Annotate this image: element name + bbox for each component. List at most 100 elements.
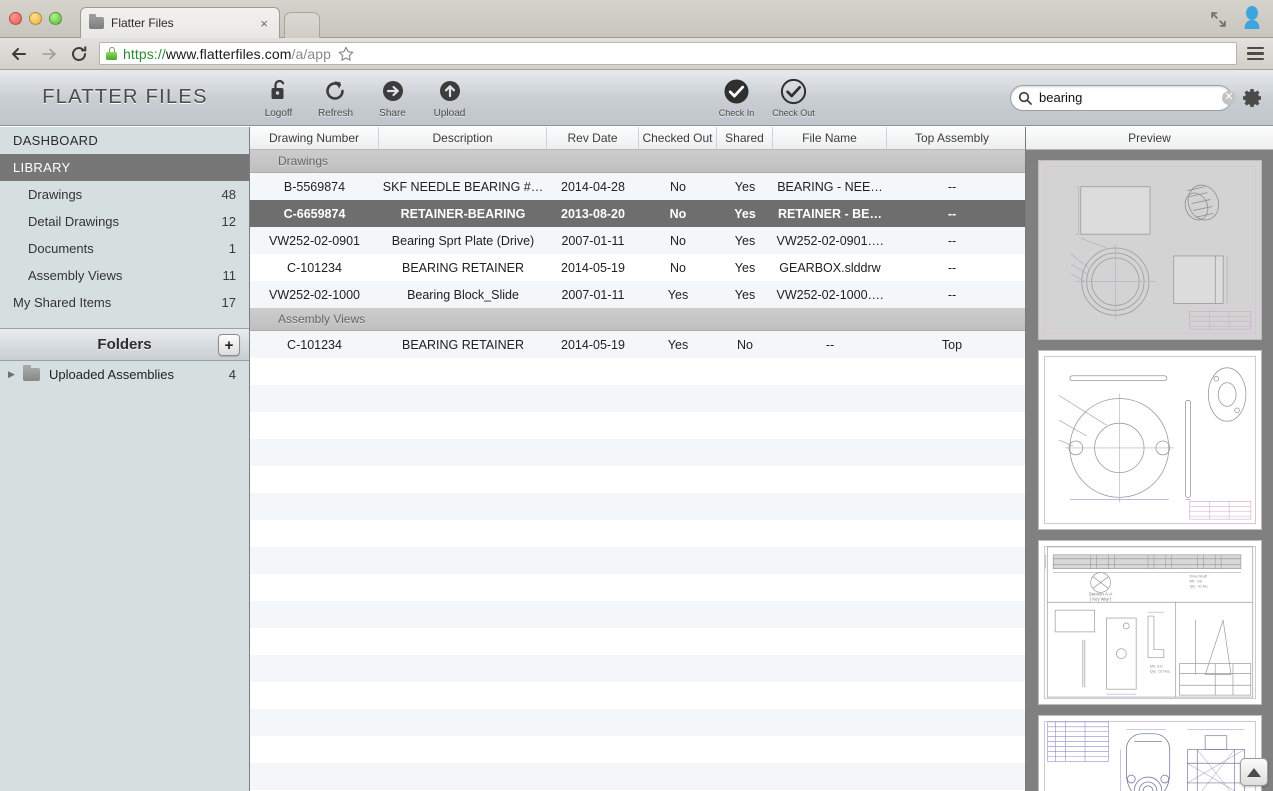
cell-top-assembly: -- [947,179,957,194]
new-tab-button[interactable] [284,12,320,38]
table-empty-row [250,601,1025,628]
browser-tab[interactable]: Flatter Files × [80,7,280,38]
search-box[interactable]: ✕ [1010,84,1236,111]
table-group-header-drawings: Drawings [250,150,1025,173]
sidebar-item-documents-count: 1 [228,241,236,256]
table-empty-row [250,574,1025,601]
preview-title: Preview [1026,127,1273,150]
reload-icon[interactable] [69,44,89,64]
cell-top-assembly: Top [941,337,963,352]
close-window-button[interactable] [9,12,22,25]
column-header-description[interactable]: Description [379,127,547,149]
maximize-window-button[interactable] [49,12,62,25]
cell-checked-out: No [670,260,686,275]
sidebar-item-dashboard[interactable]: DASHBOARD [0,127,249,154]
sidebar-item-documents[interactable]: Documents 1 [0,235,249,262]
table-group-header-assembly-views: Assembly Views [250,308,1025,331]
clear-x-icon[interactable]: ✕ [1222,90,1236,105]
star-icon[interactable] [337,45,355,63]
share-arrow-right-icon [381,76,405,106]
tab-close-icon[interactable]: × [257,17,271,30]
search-input[interactable] [1039,90,1215,105]
table-empty-row [250,412,1025,439]
logoff-button[interactable]: Logoff [250,76,307,119]
sidebar-item-assembly-views-label: Assembly Views [28,268,123,283]
add-folder-button[interactable]: + [218,334,240,356]
table-row[interactable]: VW252-02-0901 Bearing Sprt Plate (Drive)… [250,227,1025,254]
cell-rev-date: 2014-04-28 [561,179,625,194]
check-out-label: Check Out [772,108,815,118]
upload-label: Upload [433,108,466,119]
url-scheme: https:// [123,45,166,62]
profile-avatar-icon[interactable] [1241,6,1263,32]
table-row[interactable]: B-5569874 SKF NEEDLE BEARING #… 2014-04-… [250,173,1025,200]
gearbox-assembly-drawing-thumbnail[interactable] [1037,715,1262,791]
fullscreen-icon[interactable] [1210,11,1227,28]
upload-button[interactable]: Upload [421,76,478,119]
logoff-label: Logoff [264,108,293,119]
column-header-drawing-number[interactable]: Drawing Number [250,127,379,149]
folders-section-header: Folders + [0,328,249,361]
cell-rev-date: 2014-05-19 [561,337,625,352]
chevron-right-icon[interactable]: ▶ [8,369,18,380]
url-host: www.flatterfiles.com [165,45,292,62]
cell-description: BEARING RETAINER [401,260,524,275]
folder-item-count: 4 [228,367,236,382]
scroll-to-top-triangle-icon [1247,767,1261,777]
bearing-support-plate-drawing-thumbnail[interactable]: Section A-A ( Key Way ) Drive Shaft Mtl :… [1037,540,1262,705]
cell-description: BEARING RETAINER [401,337,524,352]
folders-title: Folders [97,336,152,353]
app-brand-logo: FLATTER FILES [42,86,208,108]
sidebar-item-my-shared-items[interactable]: My Shared Items 17 [0,289,249,316]
check-out-icon [780,76,807,106]
column-header-file-name[interactable]: File Name [773,127,887,149]
column-header-top-assembly[interactable]: Top Assembly [887,127,1017,149]
table-row-selected[interactable]: C-6659874 RETAINER-BEARING 2013-08-20 No… [250,200,1025,227]
column-header-checked-out[interactable]: Checked Out [639,127,717,149]
column-header-shared[interactable]: Shared [717,127,773,149]
sidebar-item-drawings-label: Drawings [28,187,83,202]
cell-file-name: BEARING - NEE… [777,179,883,194]
sidebar-item-drawings[interactable]: Drawings 48 [0,181,249,208]
table-empty-row [250,763,1025,790]
forward-arrow-icon[interactable] [39,44,59,64]
cell-checked-out: Yes [667,287,689,302]
needle-bearing-drawing-thumbnail[interactable] [1037,160,1262,340]
table-row[interactable]: C-101234 BEARING RETAINER 2014-05-19 No … [250,254,1025,281]
sidebar-item-library[interactable]: LIBRARY [0,154,249,181]
column-header-rev-date[interactable]: Rev Date [547,127,639,149]
cell-drawing-number: C-101234 [287,260,342,275]
share-button[interactable]: Share [364,76,421,119]
cell-rev-date: 2007-01-11 [561,287,625,302]
cell-top-assembly: -- [947,260,957,275]
table-row[interactable]: C-101234 BEARING RETAINER 2014-05-19 Yes… [250,331,1025,358]
table-row[interactable]: VW252-02-1000 Bearing Block_Slide 2007-0… [250,281,1025,308]
gear-icon[interactable] [1241,87,1263,109]
refresh-button[interactable]: Refresh [307,76,364,119]
back-arrow-icon[interactable] [9,44,29,64]
cell-shared: Yes [734,233,756,248]
sidebar-item-detail-drawings[interactable]: Detail Drawings 12 [0,208,249,235]
tab-favicon-folder-icon [89,14,104,29]
bearing-retainer-plate-drawing-thumbnail[interactable] [1037,350,1262,530]
check-in-button[interactable]: Check In [708,76,765,118]
cell-rev-date: 2007-01-11 [561,233,625,248]
url-bar[interactable]: https://www.flatterfiles.com/a/app [99,42,1237,65]
upload-arrow-up-icon [438,76,462,106]
hamburger-menu-icon[interactable] [1247,46,1264,61]
check-out-button[interactable]: Check Out [765,76,822,118]
cell-rev-date: 2013-08-20 [561,206,625,221]
minimize-window-button[interactable] [29,12,42,25]
check-in-label: Check In [718,108,755,118]
folder-item-uploaded-assemblies[interactable]: ▶ Uploaded Assemblies 4 [0,361,249,388]
lock-icon [106,47,117,60]
sidebar-item-documents-label: Documents [28,241,94,256]
sidebar-item-assembly-views[interactable]: Assembly Views 11 [0,262,249,289]
cell-description: Bearing Block_Slide [407,287,519,302]
scroll-to-top-button[interactable] [1240,758,1268,786]
svg-text:Qty : 02 Nos.: Qty : 02 Nos. [1150,669,1171,673]
folder-item-label: Uploaded Assemblies [49,367,175,382]
cell-file-name: RETAINER - BE… [778,206,882,221]
window-traffic-lights [9,12,62,25]
cell-shared: Yes [734,206,756,221]
